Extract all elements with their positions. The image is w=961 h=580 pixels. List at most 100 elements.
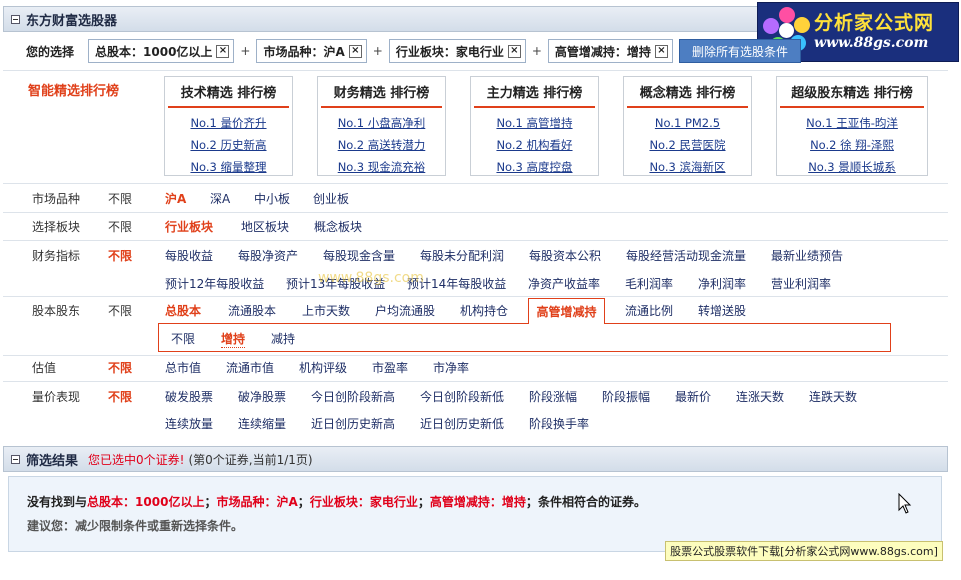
rank-link[interactable]: No.3 景顺长城系 (777, 156, 927, 178)
rank-link[interactable]: No.3 现金流充裕 (318, 156, 445, 178)
mouse-cursor-icon (898, 493, 912, 514)
message-suffix: 条件相符合的证券。 (537, 495, 646, 509)
price-option[interactable]: 阶段换手率 (529, 415, 589, 432)
rank-link[interactable]: No.2 历史新高 (165, 134, 292, 156)
price-option[interactable]: 连涨天数 (736, 388, 784, 405)
collapse-icon[interactable] (11, 454, 20, 464)
option-sz-a[interactable]: 深A (210, 190, 230, 207)
finance-option[interactable]: 每股资本公积 (529, 247, 601, 264)
separator: ； (297, 495, 310, 509)
rank-link[interactable]: No.3 高度控盘 (471, 156, 598, 178)
sub-option-any[interactable]: 不限 (171, 330, 195, 347)
finance-option[interactable]: 最新业绩预告 (771, 247, 843, 264)
finance-option[interactable]: 营业利润率 (771, 275, 831, 292)
price-option[interactable]: 破净股票 (238, 388, 286, 405)
finance-option[interactable]: 每股经营活动现金流量 (626, 247, 746, 264)
remove-icon[interactable]: × (654, 44, 668, 58)
price-option[interactable]: 近日创历史新高 (311, 415, 395, 432)
rank-link[interactable]: No.1 王亚伟-昀洋 (777, 112, 927, 134)
sub-option-decrease[interactable]: 减持 (271, 330, 295, 347)
collapse-icon[interactable] (11, 14, 20, 24)
finance-option[interactable]: 预计12年每股收益 (165, 275, 264, 292)
remove-icon[interactable]: × (216, 44, 230, 58)
footer-banner[interactable]: 股票公式股票软件下载[分析家公式网www.88gs.com] (665, 541, 943, 561)
finance-option[interactable]: 每股收益 (165, 247, 213, 264)
rank-link[interactable]: No.2 民营医院 (624, 134, 751, 156)
rank-link[interactable]: No.1 小盘高净利 (318, 112, 445, 134)
option-sme[interactable]: 中小板 (254, 190, 290, 207)
filter-any-sector[interactable]: 不限 (108, 218, 132, 235)
rank-link[interactable]: No.3 缩量整理 (165, 156, 292, 178)
valuation-option[interactable]: 市盈率 (372, 359, 408, 376)
chip-text: 高管增减持：增持 (554, 44, 651, 59)
filter-label-finance: 财务指标 (32, 249, 81, 263)
option-gem[interactable]: 创业板 (313, 190, 349, 207)
condition-sep: ： (123, 495, 136, 509)
rank-box-capital: 主力精选 排行榜 No.1 高管增持 No.2 机构看好 No.3 高度控盘 (470, 76, 599, 176)
finance-option[interactable]: 毛利润率 (625, 275, 673, 292)
finance-option[interactable]: 净资产收益率 (528, 275, 600, 292)
option-avg-float[interactable]: 户均流通股 (375, 302, 435, 319)
rank-link[interactable]: No.2 徐 翔-泽熙 (777, 134, 927, 156)
divider (3, 381, 948, 382)
condition-value: 1000亿以上 (135, 495, 205, 509)
option-region-sector[interactable]: 地区板块 (241, 218, 289, 235)
rankings-title: 智能精选排行榜 (28, 84, 120, 99)
filter-any-price[interactable]: 不限 (108, 388, 132, 405)
price-option[interactable]: 连跌天数 (809, 388, 857, 405)
condition-key: 市场品种 (216, 495, 265, 509)
separator: ； (204, 495, 217, 509)
clear-all-button[interactable]: 删除所有选股条件 (678, 39, 801, 63)
valuation-option[interactable]: 流通市值 (226, 359, 274, 376)
filter-any-valuation[interactable]: 不限 (108, 359, 132, 376)
option-float-shares[interactable]: 流通股本 (228, 302, 276, 319)
price-option[interactable]: 今日创阶段新低 (420, 388, 504, 405)
suggestion-message: 建议您：减少限制条件或重新选择条件。 (27, 519, 244, 533)
valuation-option[interactable]: 总市值 (165, 359, 201, 376)
chip-insider: 高管增减持：增持 × (547, 39, 673, 63)
option-bonus-shares[interactable]: 转增送股 (698, 302, 746, 319)
finance-option[interactable]: 每股未分配利润 (420, 247, 504, 264)
option-sh-a[interactable]: 沪A (165, 190, 186, 207)
rank-link[interactable]: No.1 PM2.5 (624, 112, 751, 134)
option-float-ratio[interactable]: 流通比例 (625, 302, 673, 319)
option-total-shares[interactable]: 总股本 (165, 302, 201, 319)
separator: ； (525, 495, 538, 509)
rank-link[interactable]: No.1 高管增持 (471, 112, 598, 134)
rank-link[interactable]: No.2 机构看好 (471, 134, 598, 156)
option-concept-sector[interactable]: 概念板块 (314, 218, 362, 235)
condition-key: 高管增减持 (429, 495, 490, 509)
finance-option[interactable]: 净利润率 (698, 275, 746, 292)
option-industry-sector[interactable]: 行业板块 (165, 218, 213, 235)
price-option[interactable]: 最新价 (675, 388, 711, 405)
filter-any-market[interactable]: 不限 (108, 190, 132, 207)
valuation-option[interactable]: 市净率 (433, 359, 469, 376)
divider (3, 355, 948, 356)
price-option[interactable]: 连续放量 (165, 415, 213, 432)
filter-any-finance[interactable]: 不限 (108, 247, 132, 264)
option-institution[interactable]: 机构持仓 (460, 302, 508, 319)
plus-sign: + (531, 44, 542, 58)
price-option[interactable]: 破发股票 (165, 388, 213, 405)
condition-key: 总股本 (87, 495, 124, 509)
option-listing-days[interactable]: 上市天数 (302, 302, 350, 319)
divider (3, 296, 948, 297)
finance-option[interactable]: 每股净资产 (238, 247, 298, 264)
price-option[interactable]: 阶段涨幅 (529, 388, 577, 405)
price-option[interactable]: 连续缩量 (238, 415, 286, 432)
remove-icon[interactable]: × (507, 44, 521, 58)
filter-any-equity[interactable]: 不限 (108, 302, 132, 319)
rank-link[interactable]: No.1 量价齐升 (165, 112, 292, 134)
valuation-option[interactable]: 机构评级 (299, 359, 347, 376)
message-prefix: 没有找到与 (27, 495, 88, 509)
rank-link[interactable]: No.3 滨海新区 (624, 156, 751, 178)
finance-option[interactable]: 每股现金含量 (323, 247, 395, 264)
remove-icon[interactable]: × (348, 44, 362, 58)
chip-industry: 行业板块：家电行业 × (388, 39, 526, 63)
price-option[interactable]: 今日创阶段新高 (311, 388, 395, 405)
tab-insider-trading[interactable]: 高管增减持 (528, 298, 605, 324)
price-option[interactable]: 近日创历史新低 (420, 415, 504, 432)
price-option[interactable]: 阶段振幅 (602, 388, 650, 405)
sub-option-increase[interactable]: 增持 (221, 330, 246, 348)
rank-link[interactable]: No.2 高送转潜力 (318, 134, 445, 156)
